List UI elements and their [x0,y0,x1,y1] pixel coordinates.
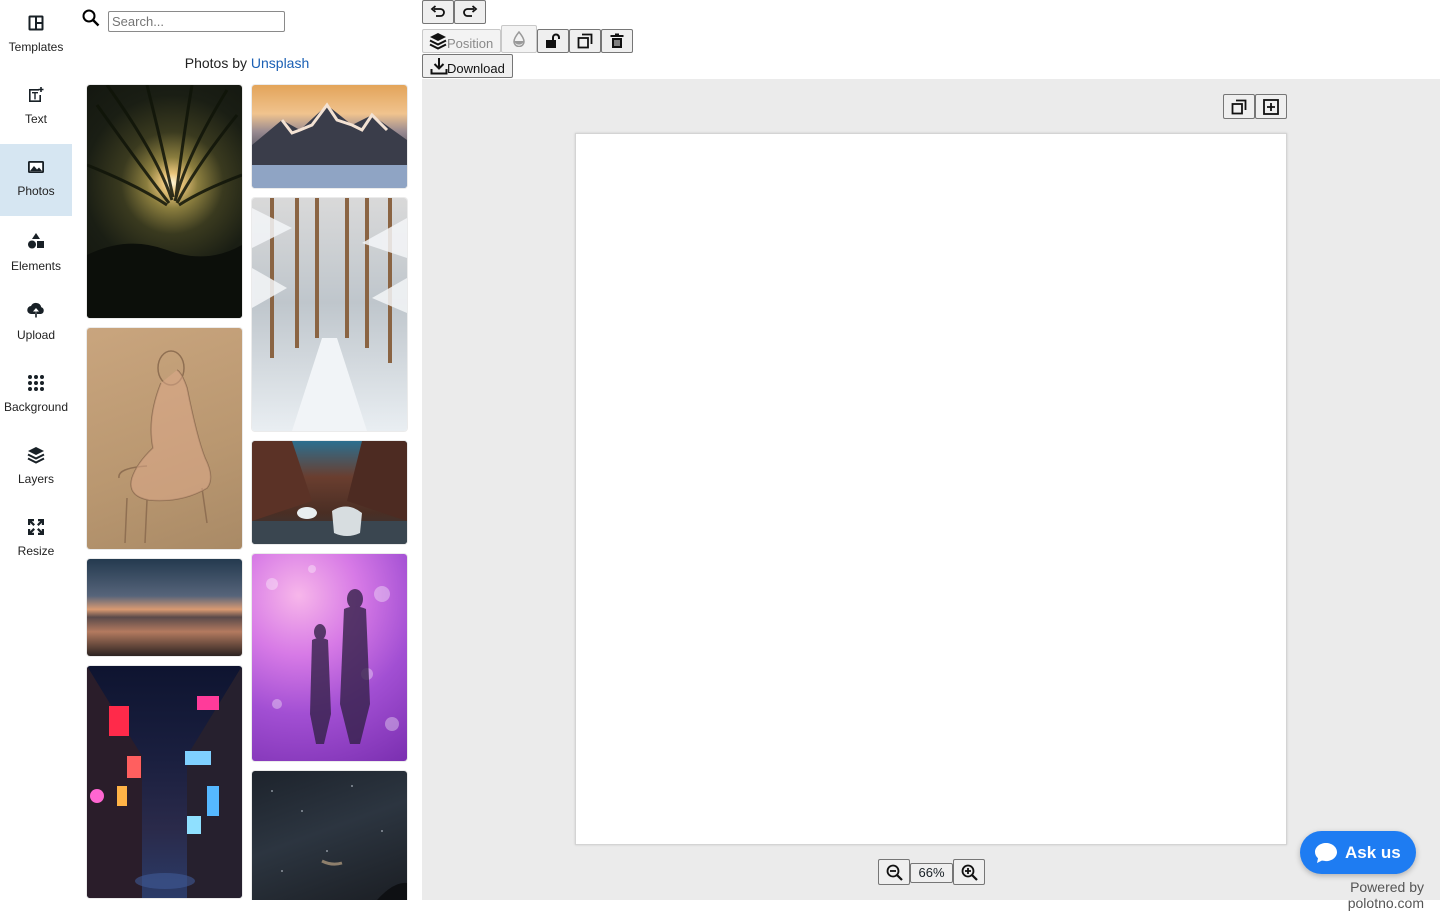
undo-icon [430,5,445,17]
top-toolbar: Position Download [422,0,1440,79]
design-page-canvas[interactable] [575,133,1287,845]
sidebar-item-label: Photos [17,184,55,198]
search-input[interactable] [108,11,285,32]
position-label: Position [447,36,494,51]
sidebar-item-layers[interactable]: Layers [0,432,72,504]
sidebar-item-text[interactable]: Text [0,72,72,144]
ask-us-chat-button[interactable]: Ask us [1300,831,1416,874]
lock-button[interactable] [537,29,569,53]
opacity-drop-icon [513,31,525,47]
sidebar-item-label: Resize [17,544,55,558]
unsplash-link[interactable]: Unsplash [251,55,309,71]
photo-thumbnail[interactable] [252,554,407,761]
delete-button[interactable] [601,29,633,53]
transparency-button[interactable] [501,25,537,53]
upload-icon [27,302,44,318]
sidebar-item-resize[interactable]: Resize [0,504,72,576]
download-icon [430,58,448,75]
duplicate-button[interactable] [569,29,601,53]
background-icon [28,375,44,391]
sidebar-item-photos[interactable]: Photos [0,144,72,216]
credit-text: Photos by [184,55,251,71]
download-button[interactable]: Download [422,54,513,78]
search-icon [82,9,100,27]
duplicate-icon [1231,99,1247,114]
layers-icon [27,447,45,464]
photo-thumbnail[interactable] [252,441,407,544]
resize-icon [28,519,44,535]
sidebar-item-upload[interactable]: Upload [0,288,72,360]
photo-thumbnail[interactable] [87,559,242,656]
redo-button[interactable] [454,0,486,24]
photo-thumbnail[interactable] [87,328,242,549]
photo-thumbnail[interactable] [252,198,407,431]
zoom-controls: 66% [878,859,986,887]
add-page-button[interactable] [1255,94,1287,119]
powered-by-credit[interactable]: Powered by polotno.com [1270,879,1424,911]
elements-icon [28,233,44,249]
sidebar-item-label: Upload [16,328,56,342]
redo-icon [463,5,478,17]
trash-icon [610,33,624,48]
photo-thumbnail[interactable] [87,85,242,318]
zoom-in-icon [961,864,978,881]
duplicate-icon [577,33,593,49]
photos-panel: Photos by Unsplash [72,0,422,900]
text-icon [29,87,44,102]
sidebar-item-background[interactable]: Background [0,360,72,432]
undo-button[interactable] [422,0,454,24]
unlock-icon [546,33,560,48]
sidebar-item-label: Background [3,400,69,414]
add-page-icon [1263,98,1279,115]
templates-icon [28,15,44,31]
photo-thumbnail[interactable] [252,771,407,900]
download-label: Download [447,61,505,76]
zoom-out-button[interactable] [878,859,910,885]
side-navigation: Templates Text Photos Elements Upload Ba… [0,0,72,900]
zoom-level: 66% [910,863,953,883]
zoom-in-button[interactable] [953,859,985,885]
sidebar-item-label: Text [24,112,47,126]
sidebar-item-label: Layers [17,472,55,486]
photos-credit: Photos by Unsplash [72,55,422,71]
workspace: 66% Ask us Powered by polotno.com [422,79,1440,911]
photo-thumbnail[interactable] [252,85,407,188]
position-button[interactable]: Position [422,29,501,53]
photo-thumbnail[interactable] [87,666,242,898]
layers-icon [429,33,447,50]
sidebar-item-label: Templates [8,40,64,54]
chat-bubble-icon [1315,842,1337,863]
duplicate-page-button[interactable] [1223,94,1255,119]
sidebar-item-elements[interactable]: Elements [0,216,72,288]
sidebar-item-templates[interactable]: Templates [0,0,72,72]
sidebar-item-label: Elements [10,259,62,273]
photos-icon [28,161,44,173]
zoom-out-icon [886,864,903,881]
ask-us-label: Ask us [1345,842,1401,862]
